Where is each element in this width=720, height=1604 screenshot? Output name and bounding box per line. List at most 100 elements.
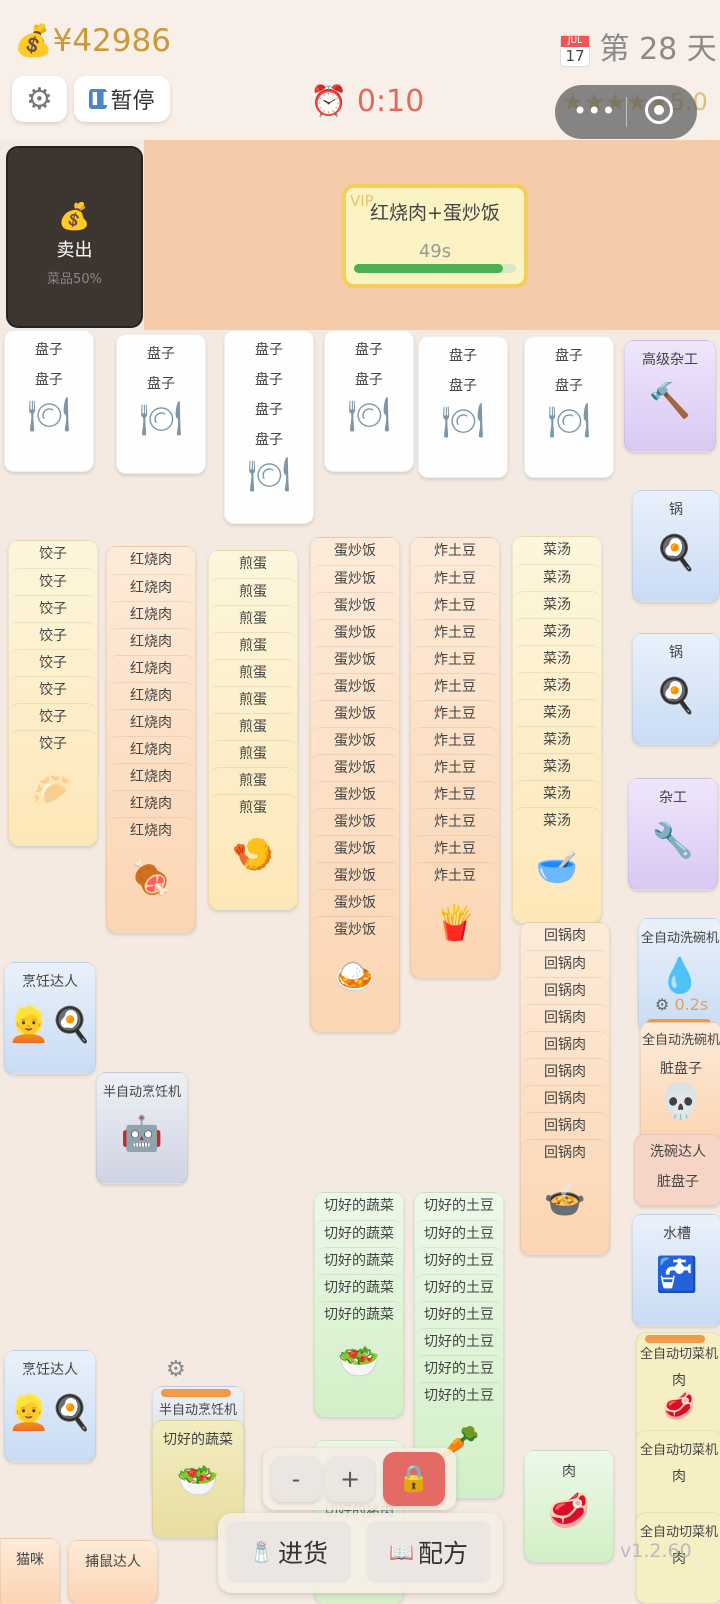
plate-stack[interactable]: 盘子 盘子 🍽 bbox=[418, 336, 508, 478]
capsule-divider bbox=[626, 97, 627, 127]
card-label: 盘子 bbox=[35, 372, 63, 388]
plate-stack[interactable]: 盘子 盘子 🍽 bbox=[4, 330, 94, 472]
card-label: 煎蛋 bbox=[209, 686, 297, 714]
card-label: 炸土豆 bbox=[411, 592, 499, 620]
cooking-master-card[interactable]: 烹饪达人 👱🍳 bbox=[4, 962, 96, 1074]
sink-card[interactable]: 水槽 🚰 bbox=[632, 1214, 720, 1326]
lock-icon: 🔒 bbox=[397, 1464, 431, 1494]
plate-stack[interactable]: 盘子 盘子 🍽 bbox=[524, 336, 614, 478]
semi-auto-cooker-card[interactable]: 半自动烹饪机 🤖 bbox=[96, 1072, 188, 1184]
mini-program-capsule[interactable]: ••• bbox=[555, 85, 697, 139]
egg-fried-rice-stack[interactable]: 蛋炒饭 蛋炒饭 蛋炒饭 蛋炒饭 蛋炒饭 蛋炒饭 蛋炒饭 蛋炒饭 蛋炒饭 蛋炒饭 蛋炒饭 蛋炒饭 蛋炒饭蛋… bbox=[310, 537, 400, 1032]
zoom-out-button[interactable]: - bbox=[271, 1456, 321, 1502]
card-label: 蛋炒饭 bbox=[311, 862, 399, 890]
card-label: 全自动洗碗机 bbox=[640, 931, 719, 946]
gear-icon: ⚙ bbox=[26, 81, 53, 117]
card-label: 红烧肉 bbox=[107, 763, 195, 791]
dish-master-card[interactable]: 洗碗达人 脏盘子 bbox=[634, 1134, 720, 1206]
card-label: 切好的土豆 bbox=[415, 1328, 503, 1356]
more-icon[interactable]: ••• bbox=[573, 97, 615, 125]
card-label: 切好的土豆 bbox=[415, 1355, 503, 1383]
twice-cooked-pork-stack[interactable]: 回锅肉 回锅肉 回锅肉 回锅肉 回锅肉 回锅肉 回锅肉 回锅肉 回锅肉 🍲 bbox=[520, 922, 610, 1255]
card-label: 盘子 bbox=[449, 378, 477, 394]
card-label: 菜汤 bbox=[513, 726, 601, 754]
card-label: 蛋炒饭 bbox=[311, 916, 399, 944]
card-label: 炸土豆 bbox=[434, 543, 476, 559]
card-label: 煎蛋 bbox=[209, 578, 297, 606]
pot-card[interactable]: 锅 🍳 bbox=[632, 490, 720, 602]
auto-dishwasher-card[interactable]: 全自动洗碗机 脏盘子 💀 bbox=[640, 1022, 720, 1144]
meat-card[interactable]: 肉 🥩 bbox=[524, 1450, 614, 1562]
fried-egg-stack[interactable]: 煎蛋 煎蛋 煎蛋 煎蛋 煎蛋 煎蛋 煎蛋 煎蛋 煎蛋 煎蛋 🍤 bbox=[208, 550, 298, 910]
sell-zone[interactable]: 💰 卖出 菜品50% bbox=[6, 146, 143, 328]
card-label: 菜汤 bbox=[513, 672, 601, 700]
recipe-button[interactable]: 📖 配方 bbox=[366, 1521, 491, 1583]
cat-card[interactable]: 猫咪 bbox=[0, 1538, 60, 1604]
card-label: 回锅肉 bbox=[544, 928, 586, 944]
card-label: 回锅肉 bbox=[521, 1058, 609, 1086]
close-circle-icon[interactable] bbox=[645, 96, 673, 124]
frying-pan-icon: 🍳 bbox=[654, 533, 698, 573]
card-label: 切好的蔬菜 bbox=[315, 1274, 403, 1302]
card-label: 全自动洗碗机 bbox=[641, 1033, 720, 1048]
rice-dish-icon: 🍛 bbox=[333, 957, 377, 997]
card-label: 回锅肉 bbox=[521, 950, 609, 978]
card-label: 饺子 bbox=[9, 568, 97, 596]
card-label: 肉 bbox=[562, 1464, 576, 1480]
card-label: 烹饪达人 bbox=[22, 974, 78, 990]
card-label: 回锅肉 bbox=[521, 1031, 609, 1059]
lock-button[interactable]: 🔒 bbox=[383, 1452, 445, 1506]
cooking-master-card[interactable]: 烹饪达人 👱🍳 bbox=[4, 1350, 96, 1462]
card-label: 杂工 bbox=[659, 790, 687, 806]
zoom-out-label: - bbox=[291, 1465, 301, 1493]
plate-stack[interactable]: 盘子 盘子 盘子 盘子 🍽 bbox=[224, 330, 314, 524]
card-label: 回锅肉 bbox=[521, 1112, 609, 1140]
machine-progress bbox=[161, 1389, 231, 1397]
card-label: 锅 bbox=[669, 645, 683, 661]
card-label: 切好的土豆 bbox=[415, 1382, 503, 1410]
dumpling-stack[interactable]: 饺子 饺子 饺子 饺子 饺子 饺子 饺子 饺子 🥟 bbox=[8, 540, 98, 846]
veg-soup-stack[interactable]: 菜汤 菜汤 菜汤 菜汤 菜汤 菜汤 菜汤 菜汤 菜汤 菜汤 菜汤 🥣 bbox=[512, 536, 602, 923]
calendar-day: 17 bbox=[565, 46, 585, 65]
pot-card[interactable]: 锅 🍳 bbox=[632, 633, 720, 745]
plate-stack[interactable]: 盘子 盘子 🍽 bbox=[324, 330, 414, 472]
restock-button[interactable]: 🧂 进货 bbox=[226, 1521, 351, 1583]
card-label: 切好的土豆 bbox=[415, 1247, 503, 1275]
order-card[interactable]: VIP 红烧肉+蛋炒饭 49s bbox=[342, 184, 528, 288]
card-label: 切好的蔬菜 bbox=[315, 1247, 403, 1275]
card-label: 盘子 bbox=[147, 376, 175, 392]
plate-stack[interactable]: 盘子 盘子 🍽 bbox=[116, 334, 206, 474]
timer: ⏰ 0:10 bbox=[310, 84, 424, 119]
card-label: 炸土豆 bbox=[411, 619, 499, 647]
pause-label: 暂停 bbox=[110, 89, 155, 114]
handyman-card[interactable]: 杂工 🔧 bbox=[628, 778, 718, 890]
day-value: 第 28 天 bbox=[599, 32, 717, 67]
cut-veg-stack[interactable]: 切好的蔬菜 切好的蔬菜 切好的蔬菜 切好的蔬菜 切好的蔬菜 🥗 bbox=[314, 1192, 404, 1417]
card-label: 半自动烹饪机 bbox=[158, 1403, 237, 1418]
auto-cutter-card[interactable]: 全自动切菜机 肉 🥩 bbox=[636, 1332, 720, 1442]
card-label: 盘子 bbox=[255, 402, 283, 418]
card-label: 炸土豆 bbox=[411, 835, 499, 863]
card-label: 蛋炒饭 bbox=[311, 835, 399, 863]
braised-pork-stack[interactable]: 红烧肉 红烧肉 红烧肉 红烧肉 红烧肉 红烧肉 红烧肉 红烧肉 红烧肉 红烧肉 红烧肉 🍖 bbox=[106, 546, 196, 933]
card-label: 煎蛋 bbox=[209, 740, 297, 768]
plate-icon: 🍽 bbox=[27, 395, 71, 435]
card-label: 盘子 bbox=[355, 342, 383, 358]
card-label: 脏盘子 bbox=[657, 1174, 699, 1190]
book-icon: 📖 bbox=[389, 1540, 414, 1564]
card-label: 蛋炒饭 bbox=[311, 565, 399, 593]
card-label: 回锅肉 bbox=[521, 977, 609, 1005]
zoom-in-button[interactable]: + bbox=[325, 1456, 375, 1502]
fries-icon: 🍟 bbox=[433, 903, 477, 943]
auto-dishwasher-card[interactable]: 全自动洗碗机 💧 ⚙ 0.2s bbox=[638, 918, 720, 1032]
card-label: 蛋炒饭 bbox=[311, 727, 399, 755]
mouse-catcher-card[interactable]: 捕鼠达人 bbox=[68, 1540, 158, 1604]
card-label: 炸土豆 bbox=[411, 862, 499, 890]
pause-button[interactable]: ❚❚ 暂停 bbox=[74, 76, 170, 122]
card-label: 蛋炒饭 bbox=[311, 646, 399, 674]
settings-button[interactable]: ⚙ bbox=[12, 76, 67, 122]
senior-handyman-card[interactable]: 高级杂工 🔨 bbox=[624, 340, 716, 452]
fried-potato-stack[interactable]: 炸土豆 炸土豆 炸土豆 炸土豆 炸土豆 炸土豆 炸土豆 炸土豆 炸土豆 炸土豆 炸土豆 炸土豆 炸土豆 🍟 bbox=[410, 537, 500, 978]
meat-skewer-icon: 🍖 bbox=[129, 858, 173, 898]
card-label: 切好的土豆 bbox=[415, 1301, 503, 1329]
